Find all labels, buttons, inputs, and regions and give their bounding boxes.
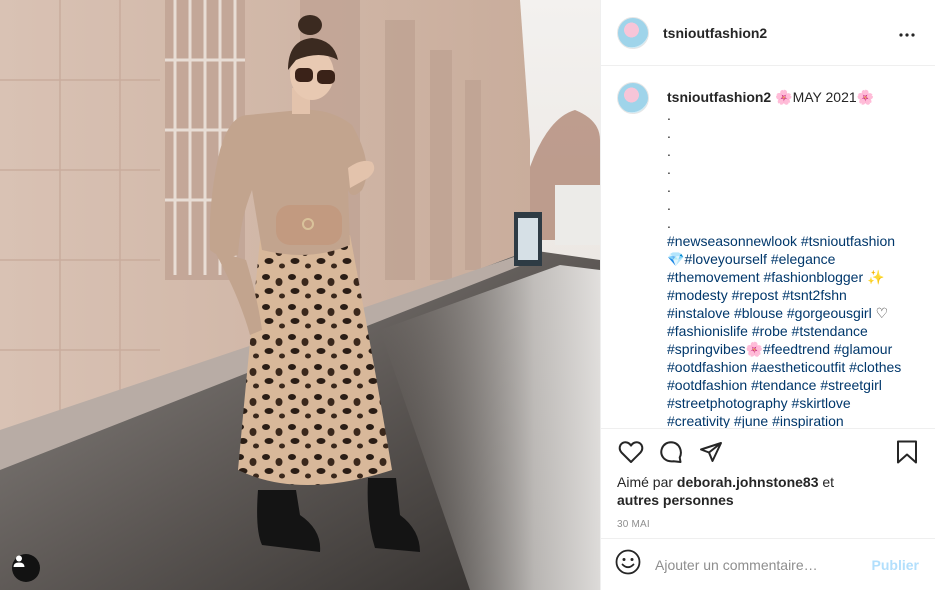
heart-icon <box>618 440 644 469</box>
comment-button[interactable] <box>657 440 685 468</box>
hashtag-link[interactable]: #tstendance <box>792 323 868 339</box>
hashtag-link[interactable]: #feedtrend <box>763 341 830 357</box>
hashtag-link[interactable]: #repost <box>732 287 779 303</box>
action-bar <box>617 437 919 471</box>
post-modal: tsnioutfashion2 tsnioutfashion2 🌸MAY 202… <box>0 0 935 590</box>
flower-emoji: 🌸 <box>745 341 764 357</box>
like-button[interactable] <box>617 440 645 468</box>
likes-summary: Aimé par deborah.johnstone83 et autres p… <box>617 473 919 509</box>
smiley-icon[interactable] <box>615 549 641 580</box>
hashtag-link[interactable]: #newseasonnewlook <box>667 233 797 249</box>
photo-illustration <box>0 0 600 590</box>
comment-input[interactable] <box>655 556 872 573</box>
hashtag-link[interactable]: #modesty <box>667 287 728 303</box>
publish-button[interactable]: Publier <box>872 557 919 573</box>
caption-dot: . <box>667 179 671 195</box>
caption-dot: . <box>667 143 671 159</box>
comment-icon <box>659 440 683 469</box>
hashtag-link[interactable]: #glamour <box>834 341 892 357</box>
more-horizontal-icon <box>899 24 915 42</box>
likes-suffix: et <box>822 474 835 490</box>
share-button[interactable] <box>697 440 725 468</box>
share-icon <box>699 440 723 469</box>
post-side-panel: tsnioutfashion2 tsnioutfashion2 🌸MAY 202… <box>600 0 935 590</box>
caption-text: tsnioutfashion2 🌸MAY 2021🌸 . . . . . . .… <box>667 88 919 428</box>
hashtag-link[interactable]: #streetphotography <box>667 395 788 411</box>
hashtag-link[interactable]: #inspiration <box>772 413 844 428</box>
author-avatar[interactable] <box>617 16 649 49</box>
post-header: tsnioutfashion2 <box>601 0 935 66</box>
post-photo[interactable] <box>0 0 600 590</box>
gem-emoji: 💎 <box>667 251 685 267</box>
comment-form: Publier <box>601 538 935 590</box>
hashtag-link[interactable]: #elegance <box>771 251 836 267</box>
hashtag-link[interactable]: #springvibes <box>667 341 746 357</box>
hashtag-link[interactable]: #ootdfashion <box>667 359 747 375</box>
hashtag-link[interactable]: #creativity <box>667 413 730 428</box>
hashtag-link[interactable]: #june <box>734 413 768 428</box>
caption-title: MAY 2021 <box>792 89 857 105</box>
heart-emoji: ♡ <box>875 305 889 321</box>
hashtag-link[interactable]: #gorgeousgirl <box>787 305 872 321</box>
hashtag-link[interactable]: #robe <box>752 323 788 339</box>
bookmark-icon <box>896 440 918 469</box>
hashtag-link[interactable]: #tendance <box>751 377 816 393</box>
caption-section: tsnioutfashion2 🌸MAY 2021🌸 . . . . . . .… <box>601 66 935 428</box>
caption-avatar[interactable] <box>617 82 649 114</box>
hashtag-link[interactable]: #loveyourself <box>684 251 767 267</box>
hashtag-link[interactable]: #themovement <box>667 269 760 285</box>
hashtag-link[interactable]: #fashionblogger <box>764 269 864 285</box>
hashtag-link[interactable]: #aestheticoutfit <box>751 359 845 375</box>
caption-dot: . <box>667 197 671 213</box>
user-tag-button[interactable] <box>12 554 40 582</box>
hashtag-link[interactable]: #skirtlove <box>792 395 851 411</box>
more-options-button[interactable] <box>895 21 919 45</box>
hashtag-link[interactable]: #fashionislife <box>667 323 748 339</box>
likes-prefix: Aimé par <box>617 474 674 490</box>
liker-username[interactable]: deborah.johnstone83 <box>677 474 819 490</box>
hashtag-link[interactable]: #tsnt2fshn <box>782 287 847 303</box>
hashtag-link[interactable]: #streetgirl <box>820 377 881 393</box>
flower-emoji: 🌸 <box>775 89 793 105</box>
post-actions: Aimé par deborah.johnstone83 et autres p… <box>601 428 935 538</box>
flower-emoji: 🌸 <box>856 89 875 105</box>
hashtag-link[interactable]: #instalove <box>667 305 730 321</box>
author-username[interactable]: tsnioutfashion2 <box>663 25 767 41</box>
caption-first-line: tsnioutfashion2 🌸MAY 2021🌸 <box>667 88 919 106</box>
caption-username[interactable]: tsnioutfashion2 <box>667 89 771 105</box>
hashtag-link[interactable]: #tsnioutfashion <box>801 233 895 249</box>
sparkles-emoji: ✨ <box>867 269 885 285</box>
hashtag-link[interactable]: #clothes <box>849 359 901 375</box>
likes-others-link[interactable]: autres personnes <box>617 492 734 508</box>
hashtag-link[interactable]: #ootdfashion <box>667 377 747 393</box>
post-date[interactable]: 30 MAI <box>617 519 919 530</box>
caption-dot: . <box>667 161 671 177</box>
caption-dot: . <box>667 125 671 141</box>
save-button[interactable] <box>893 440 921 468</box>
caption-dot: . <box>667 215 671 231</box>
caption-dot: . <box>667 107 671 123</box>
hashtag-block: #newseasonnewlook #tsnioutfashion 💎#love… <box>667 232 919 428</box>
hashtag-link[interactable]: #blouse <box>734 305 783 321</box>
